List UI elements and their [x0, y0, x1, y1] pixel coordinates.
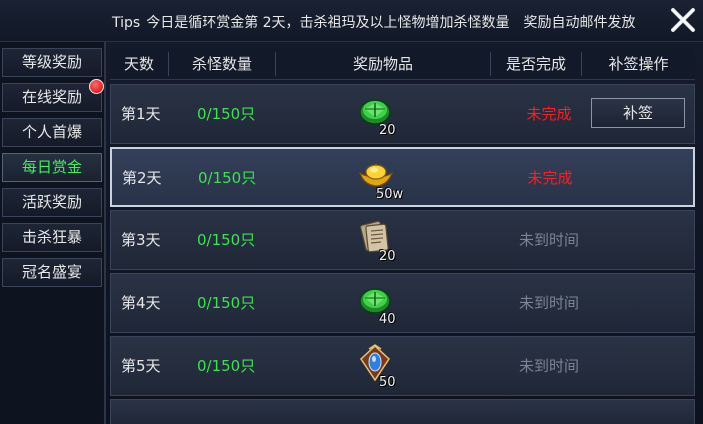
- sidebar: 等级奖励 在线奖励 个人首爆 每日赏金 活跃奖励 击杀狂暴 冠名盛宴: [0, 42, 106, 424]
- sidebar-item-daily-bounty[interactable]: 每日赏金: [2, 153, 102, 182]
- tips-label: Tips: [112, 15, 141, 31]
- row-day: 第2天: [122, 169, 162, 187]
- column-header-completed: 是否完成: [505, 55, 566, 73]
- sidebar-item-label: 冠名盛宴: [21, 263, 82, 281]
- panel-header: Tips 今日是循环赏金第 2天，击杀祖玛及以上怪物增加杀怪数量 奖励自动邮件发放: [0, 0, 703, 42]
- sidebar-item-kill-frenzy[interactable]: 击杀狂暴: [2, 223, 102, 252]
- row-day: 第3天: [121, 231, 161, 249]
- row-day: 第1天: [121, 105, 161, 123]
- row-status: 未完成: [527, 169, 573, 187]
- reward-item[interactable]: 50: [355, 343, 396, 390]
- table-header: 天数 杀怪数量 奖励物品 是否完成 补签操作: [110, 48, 695, 80]
- game-panel: Tips 今日是循环赏金第 2天，击杀祖玛及以上怪物增加杀怪数量 奖励自动邮件发放…: [0, 0, 703, 424]
- column-header-kills: 杀怪数量: [191, 55, 252, 73]
- sidebar-item-label: 等级奖励: [21, 53, 82, 71]
- table-row: 第3天 0/150只 20 未到时间: [110, 210, 695, 270]
- sidebar-item-activity-reward[interactable]: 活跃奖励: [2, 188, 102, 217]
- row-kills: 0/150只: [197, 231, 256, 249]
- close-icon: [671, 8, 695, 32]
- row-kills: 0/150只: [197, 294, 256, 312]
- notification-dot: [89, 79, 104, 94]
- sidebar-item-label: 每日赏金: [21, 158, 82, 176]
- row-status: 未完成: [526, 105, 572, 123]
- reward-item[interactable]: 20: [355, 91, 396, 138]
- sidebar-item-label: 击杀狂暴: [21, 228, 82, 246]
- column-header-makeup: 补签操作: [608, 55, 669, 73]
- table-row: [110, 399, 695, 424]
- reward-quantity: 50w: [376, 187, 404, 202]
- row-kills: 0/150只: [197, 105, 256, 123]
- reward-quantity: 50: [379, 375, 396, 390]
- table-row: 第1天 0/150只 20 未完成 补签: [110, 84, 695, 144]
- table-row: 第5天 0/150只 50 未到时间: [110, 336, 695, 396]
- reward-item[interactable]: 40: [355, 280, 396, 327]
- row-status: 未到时间: [518, 231, 579, 249]
- table-row: 第2天 0/150只 50w 未完成: [110, 147, 695, 207]
- makeup-sign-button[interactable]: 补签: [591, 98, 685, 128]
- row-kills: 0/150只: [197, 357, 256, 375]
- sidebar-item-first-drop[interactable]: 个人首爆: [2, 118, 102, 147]
- tips-banner: Tips 今日是循环赏金第 2天，击杀祖玛及以上怪物增加杀怪数量 奖励自动邮件发放: [112, 12, 636, 32]
- column-header-reward: 奖励物品: [352, 55, 413, 73]
- reward-quantity: 40: [379, 312, 396, 327]
- sidebar-item-online-reward[interactable]: 在线奖励: [2, 79, 104, 112]
- row-kills: 0/150只: [198, 169, 257, 187]
- sidebar-item-level-reward[interactable]: 等级奖励: [2, 48, 102, 77]
- row-day: 第4天: [121, 294, 161, 312]
- table-row: 第4天 0/150只 40 未到时间: [110, 273, 695, 333]
- sidebar-divider: [104, 42, 106, 424]
- sidebar-item-label: 活跃奖励: [21, 193, 82, 211]
- sidebar-item-title-feast[interactable]: 冠名盛宴: [2, 258, 102, 287]
- sidebar-item-label: 在线奖励: [21, 88, 82, 106]
- reward-item[interactable]: 20: [355, 217, 396, 264]
- tips-text: 今日是循环赏金第 2天，击杀祖玛及以上怪物增加杀怪数量 奖励自动邮件发放: [146, 15, 636, 31]
- reward-quantity: 20: [379, 123, 396, 138]
- reward-quantity: 20: [379, 249, 396, 264]
- row-status: 未到时间: [518, 294, 579, 312]
- row-day: 第5天: [121, 357, 161, 375]
- reward-item[interactable]: 50w: [356, 155, 403, 202]
- column-header-day: 天数: [123, 55, 154, 73]
- row-status: 未到时间: [518, 357, 579, 375]
- sidebar-item-label: 个人首爆: [21, 123, 82, 141]
- close-button[interactable]: [667, 4, 699, 36]
